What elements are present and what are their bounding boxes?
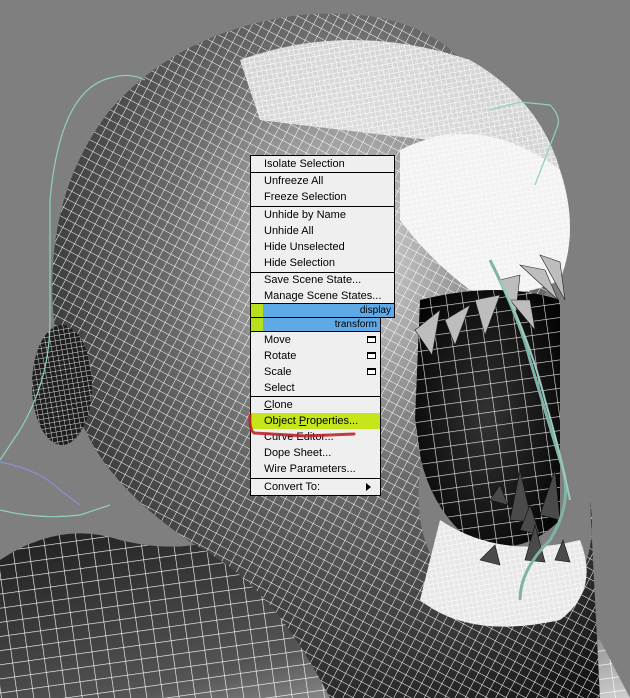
menu-item-label: roperties... xyxy=(306,415,359,427)
quad-color-swatch xyxy=(251,318,263,331)
menu-item-label: Dope Sheet... xyxy=(264,447,332,459)
menu-item-label: Move xyxy=(264,334,291,346)
menu-item-label: Manage Scene States... xyxy=(264,290,382,302)
menu-item-label: Convert To: xyxy=(264,481,321,493)
menu-item-hide-selection[interactable]: Hide Selection xyxy=(251,255,394,271)
menu-item-label: Curve Editor... xyxy=(264,431,334,443)
menu-item-unfreeze-all[interactable]: Unfreeze All xyxy=(251,173,394,189)
menu-item-label: Save Scene State... xyxy=(264,274,362,286)
spline-curve-blue xyxy=(0,461,81,506)
menu-item-label: Object xyxy=(264,415,299,427)
menu-item-label: Wire Parameters... xyxy=(264,463,356,475)
menu-item-hide-unselected[interactable]: Hide Unselected xyxy=(251,239,394,255)
menu-upper-section: Isolate Selection Unfreeze All Freeze Se… xyxy=(250,155,395,305)
menu-item-curve-editor[interactable]: Curve Editor... xyxy=(251,429,380,445)
menu-item-save-scene-state[interactable]: Save Scene State... xyxy=(251,272,394,288)
menu-item-label: Isolate Selection xyxy=(264,158,345,170)
menu-item-isolate-selection[interactable]: Isolate Selection xyxy=(251,156,394,172)
mnemonic-letter: C xyxy=(264,399,272,411)
menu-item-manage-scene-states[interactable]: Manage Scene States... xyxy=(251,288,394,304)
menu-item-unhide-all[interactable]: Unhide All xyxy=(251,223,394,239)
menu-lower-section: Move Rotate Scale Select Clone Object Pr… xyxy=(250,331,381,496)
menu-item-freeze-selection[interactable]: Freeze Selection xyxy=(251,189,394,205)
menu-item-scale[interactable]: Scale xyxy=(251,364,380,380)
menu-item-label: Scale xyxy=(264,366,292,378)
menu-item-label: Hide Selection xyxy=(264,257,335,269)
menu-item-rotate[interactable]: Rotate xyxy=(251,348,380,364)
menu-item-label: Hide Unselected xyxy=(264,241,345,253)
menu-item-move[interactable]: Move xyxy=(251,332,380,348)
submenu-arrow-icon xyxy=(366,483,371,491)
menu-item-label: Rotate xyxy=(264,350,297,362)
menu-item-label: Freeze Selection xyxy=(264,191,347,203)
menu-item-unhide-by-name[interactable]: Unhide by Name xyxy=(251,207,394,223)
options-box-icon[interactable] xyxy=(367,352,376,359)
menu-item-select[interactable]: Select xyxy=(251,380,380,396)
quad-color-swatch xyxy=(251,304,263,317)
quad-title-label: transform xyxy=(334,319,377,330)
quad-title-label: display xyxy=(359,305,391,316)
menu-item-convert-to[interactable]: Convert To: xyxy=(251,479,380,495)
quad-title-transform[interactable]: transform xyxy=(250,317,381,332)
menu-item-label: Select xyxy=(264,382,295,394)
menu-item-clone[interactable]: Clone xyxy=(251,397,380,413)
menu-item-label: Unfreeze All xyxy=(264,175,324,187)
options-box-icon[interactable] xyxy=(367,368,376,375)
menu-item-object-properties[interactable]: Object Properties... xyxy=(251,413,380,429)
options-box-icon[interactable] xyxy=(367,336,376,343)
menu-item-label: Unhide All xyxy=(264,225,314,237)
menu-item-label: lone xyxy=(271,399,293,411)
quad-title-display[interactable]: display xyxy=(250,303,395,318)
menu-item-dope-sheet[interactable]: Dope Sheet... xyxy=(251,445,380,461)
menu-item-label: Unhide by Name xyxy=(264,209,346,221)
menu-item-wire-parameters[interactable]: Wire Parameters... xyxy=(251,461,380,477)
